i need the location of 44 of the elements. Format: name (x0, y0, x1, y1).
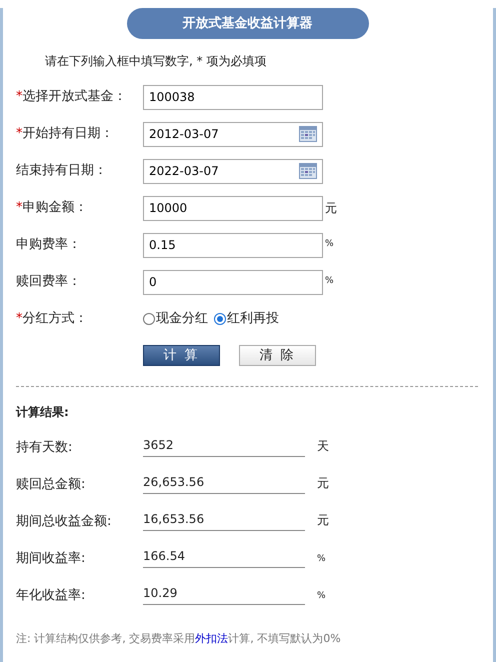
unit-label: 元 (325, 200, 337, 217)
input-field[interactable]: 0.15 (143, 232, 323, 258)
result-label: 持有天数: (16, 438, 74, 456)
date-field[interactable]: 2022-03-07 (143, 158, 323, 184)
unit-label: 元 (317, 475, 329, 492)
calendar-icon[interactable] (299, 162, 317, 178)
note-text: 注: 计算结构仅供参考, 交易费率采用外扣法计算, 不填写默认为0% (16, 631, 342, 647)
field-label: *选择开放式基金： (16, 88, 128, 106)
radio-label[interactable]: 红利再投 (227, 309, 279, 329)
field-label: *分红方式： (16, 310, 88, 328)
input-field[interactable]: 10000 (143, 196, 323, 220)
instruction-text: 请在下列输入框中填写数字, * 项为必填项 (45, 53, 268, 69)
calendar-icon[interactable] (299, 126, 317, 142)
page-title: 开放式基金收益计算器 (126, 8, 368, 39)
field-label: 申购费率： (16, 236, 82, 254)
field-label: *开始持有日期： (16, 125, 114, 144)
unit-label: % (325, 238, 334, 252)
result-label: 赎回总金额: (16, 476, 86, 494)
result-value: 3652 (143, 436, 305, 457)
result-label: 年化收益率: (16, 586, 86, 604)
clear-button[interactable]: 清 除 (239, 345, 316, 366)
result-value: 10.29 (143, 584, 305, 605)
result-value: 26,653.56 (143, 473, 305, 494)
result-value: 16,653.56 (143, 510, 305, 531)
unit-label: 天 (317, 438, 329, 455)
calculate-button[interactable]: 计 算 (143, 345, 220, 366)
input-field[interactable]: 100038 (143, 84, 323, 110)
field-label: 赎回费率： (16, 273, 82, 292)
result-label: 期间收益率: (16, 550, 86, 568)
radio-label[interactable]: 现金分红 (156, 309, 208, 329)
input-field[interactable]: 0 (143, 270, 323, 294)
date-field[interactable]: 2012-03-07 (143, 122, 323, 146)
radio-button[interactable] (214, 313, 226, 325)
result-value: 166.54 (143, 547, 305, 568)
unit-label: 元 (317, 512, 329, 529)
unit-label: % (317, 590, 326, 602)
unit-label: % (317, 552, 326, 566)
result-label: 期间总收益金额: (16, 512, 112, 530)
radio-button[interactable] (143, 313, 155, 325)
field-label: *申购金额： (16, 199, 88, 218)
section-heading: 计算结果: (16, 404, 70, 421)
unit-label: % (325, 275, 334, 288)
field-label: 结束持有日期： (16, 162, 108, 180)
method-link[interactable]: 外扣法 (195, 632, 228, 645)
